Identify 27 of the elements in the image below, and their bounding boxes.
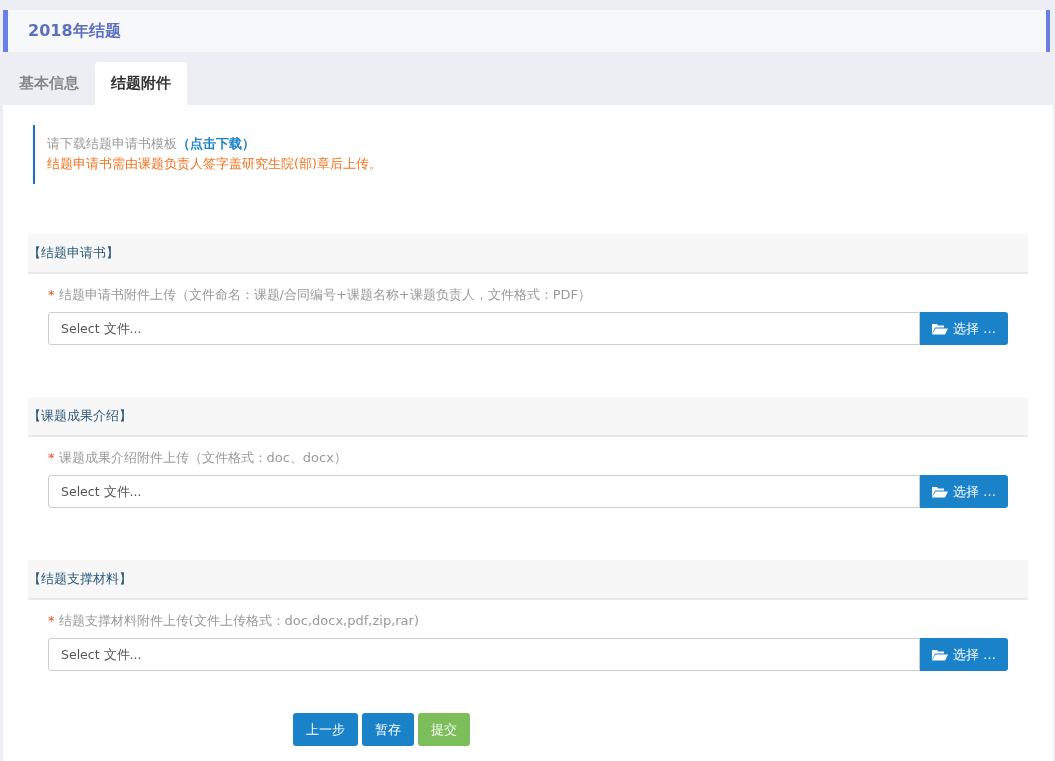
folder-icon xyxy=(932,648,949,661)
action-button[interactable]: 上一步 xyxy=(293,713,358,746)
action-button[interactable]: 暂存 xyxy=(362,713,414,746)
section-title: 【课题成果介绍】 xyxy=(28,407,132,425)
page-title: 2018年结题 xyxy=(28,20,121,42)
field-label: 结题支撑材料附件上传(文件上传格式：doc,docx,pdf,zip,rar) xyxy=(58,613,419,628)
browse-button[interactable]: 选择 ... xyxy=(920,312,1008,345)
file-input-field[interactable]: Select 文件... xyxy=(48,312,920,345)
action-button[interactable]: 提交 xyxy=(418,713,470,746)
browse-button[interactable]: 选择 ... xyxy=(920,638,1008,671)
tab[interactable]: 结题附件 xyxy=(95,62,187,105)
section-title: 【结题申请书】 xyxy=(28,244,119,262)
field-label: 结题申请书附件上传（文件命名：课题/合同编号+课题名称+课题负责人，文件格式：PDF） xyxy=(58,287,591,302)
section-title: 【结题支撑材料】 xyxy=(28,570,132,588)
notice-text: 请下载结题申请书模板（点击下载） xyxy=(47,136,256,153)
download-link[interactable]: （点击下载） xyxy=(177,136,255,151)
file-input-field[interactable]: Select 文件... xyxy=(48,475,920,508)
warning-text: 结题申请书需由课题负责人签字盖研究生院(部)章后上传。 xyxy=(47,156,383,173)
folder-icon xyxy=(932,322,949,335)
browse-button[interactable]: 选择 ... xyxy=(920,475,1008,508)
required-mark: * xyxy=(48,287,55,302)
required-mark: * xyxy=(48,613,55,628)
field-label: 课题成果介绍附件上传（文件格式：doc、docx） xyxy=(58,450,347,465)
tab[interactable]: 基本信息 xyxy=(3,62,95,105)
folder-icon xyxy=(932,485,949,498)
file-input-field[interactable]: Select 文件... xyxy=(48,638,920,671)
required-mark: * xyxy=(48,450,55,465)
